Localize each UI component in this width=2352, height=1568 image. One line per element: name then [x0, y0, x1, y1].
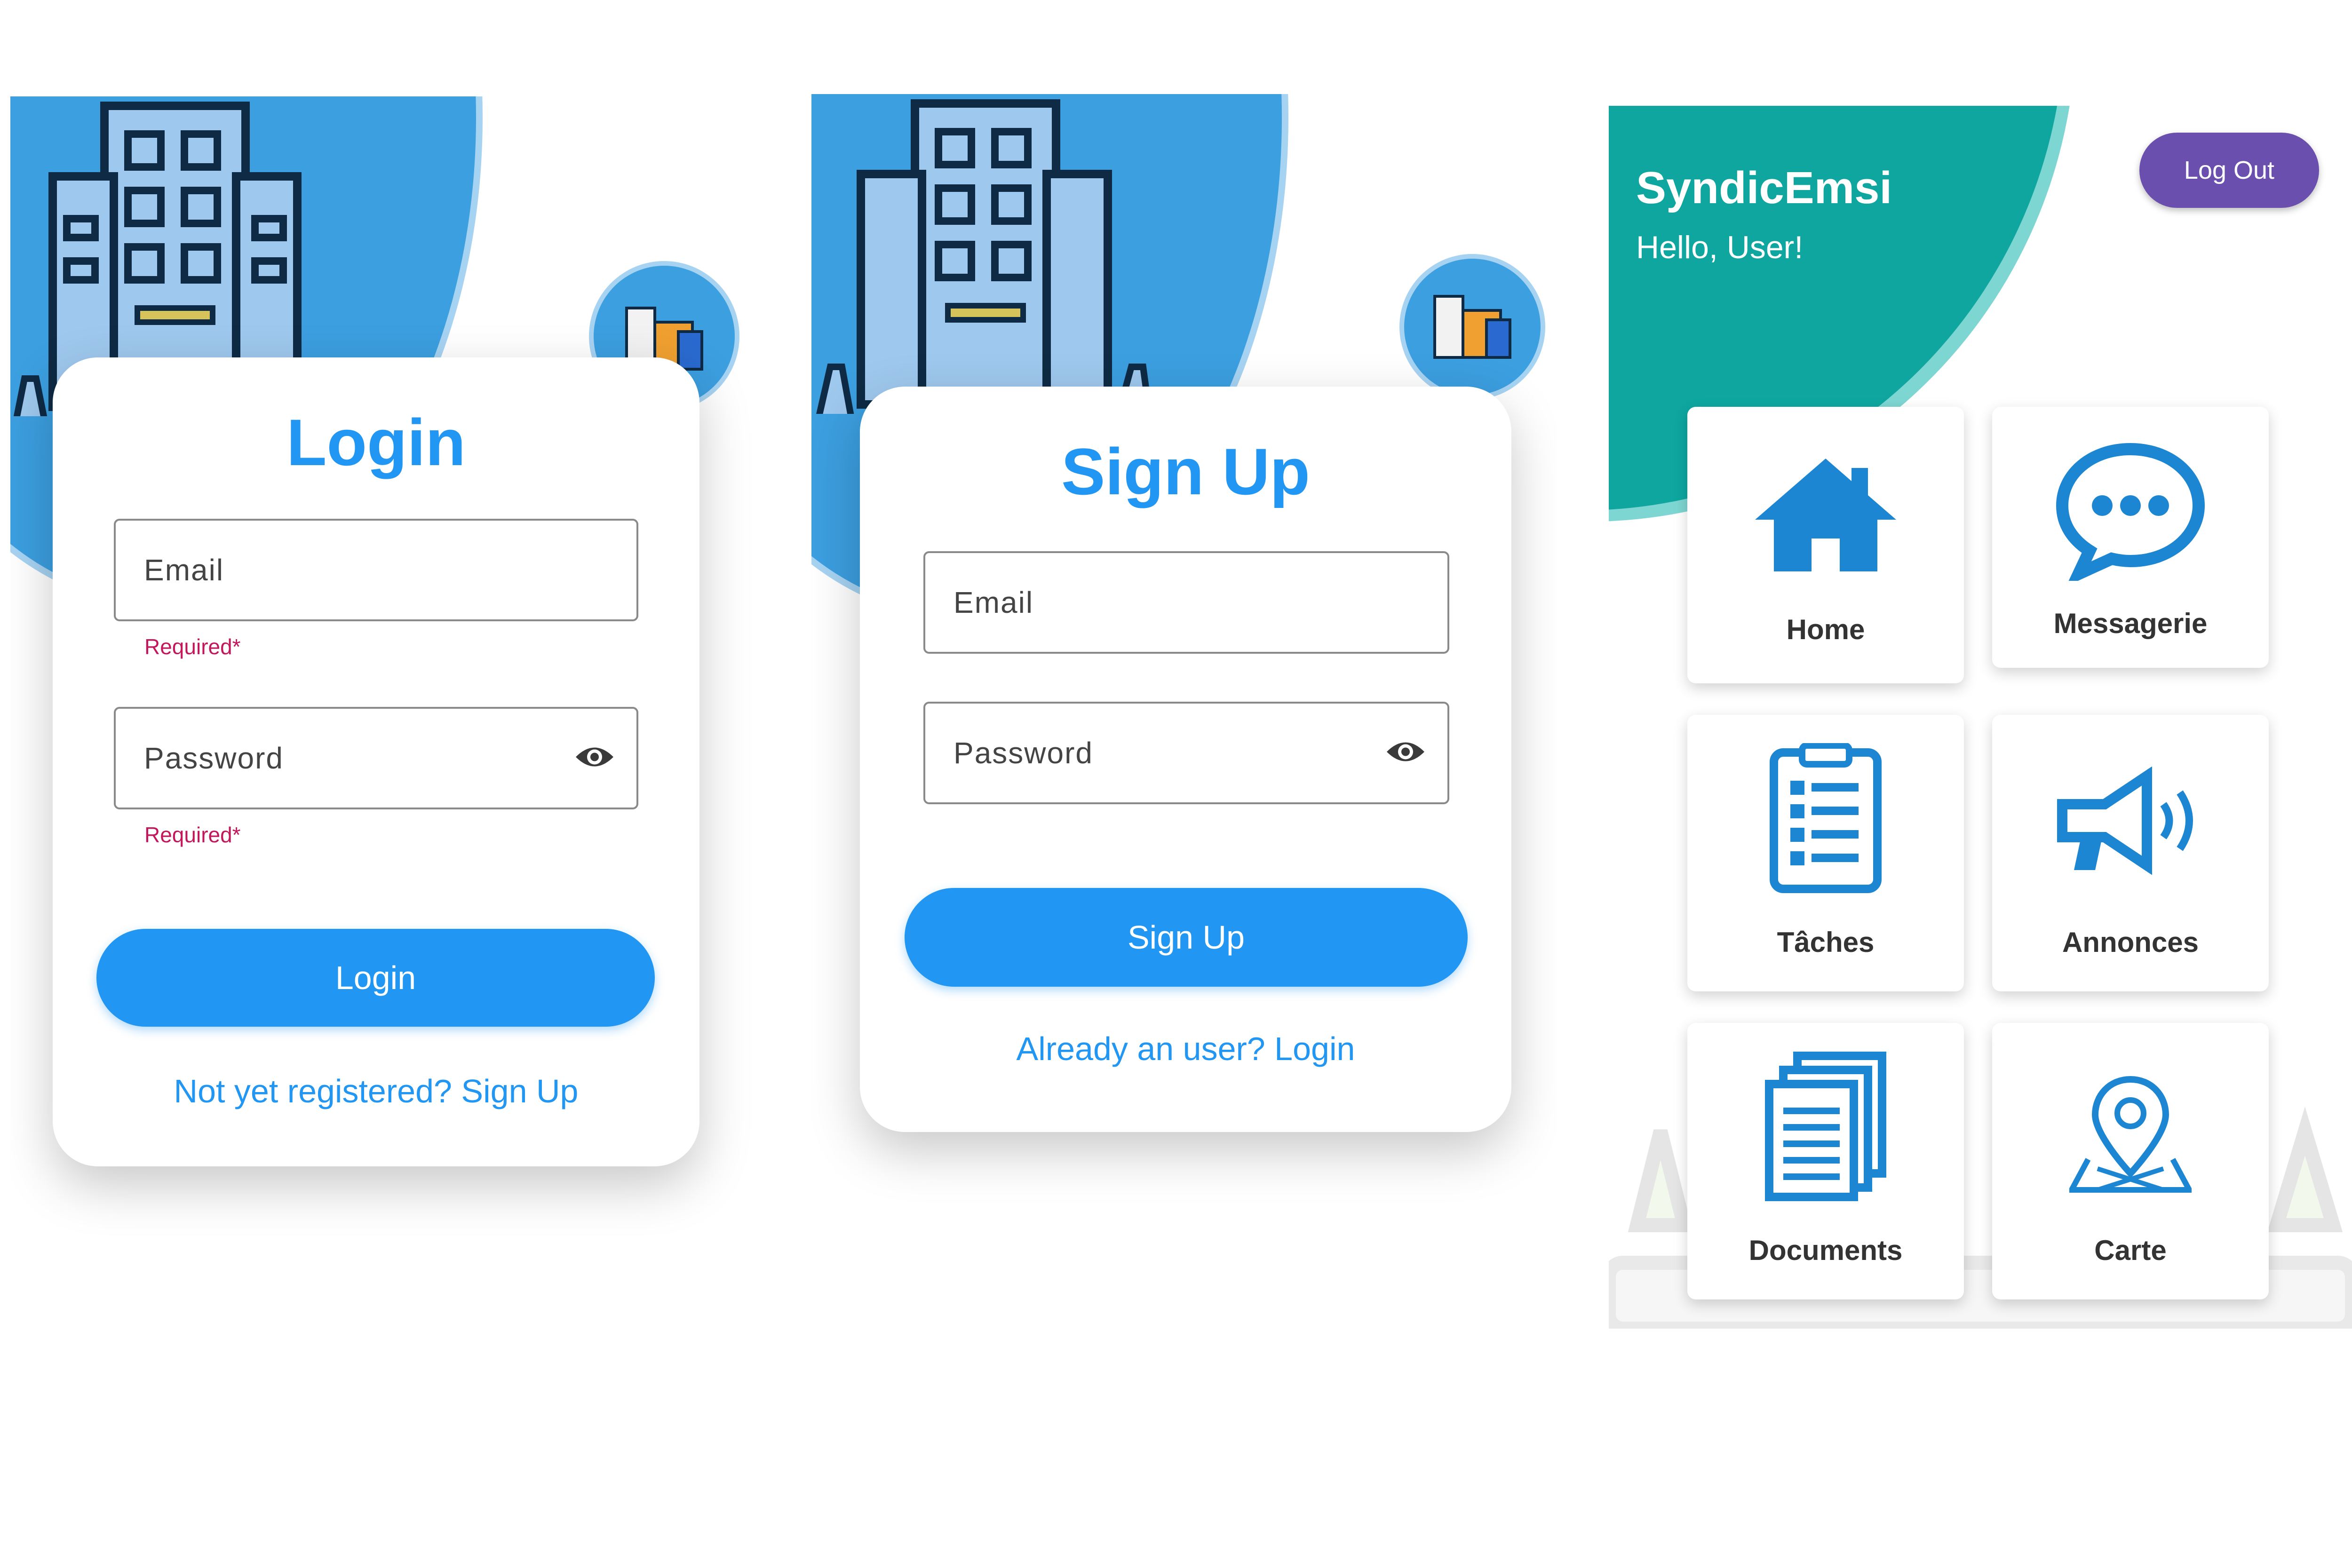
tile-label: Messagerie [2053, 608, 2208, 639]
password-field[interactable]: Password [923, 702, 1449, 804]
login-screen: Login Email Required* Password Required*… [10, 96, 754, 1296]
map-pin-icon [2069, 1076, 2192, 1193]
tile-home[interactable]: Home [1687, 407, 1964, 683]
tile-label: Documents [1748, 1235, 1903, 1266]
signup-button[interactable]: Sign Up [905, 888, 1468, 987]
dashboard-screen: SyndicEmsi Hello, User! Log Out Home Mes… [1609, 106, 2352, 1423]
page-title: Login [286, 405, 466, 479]
tile-label: Carte [2094, 1235, 2167, 1266]
tile-documents[interactable]: Documents [1687, 1023, 1964, 1299]
tile-carte[interactable]: Carte [1992, 1023, 2269, 1299]
eye-icon[interactable] [1384, 738, 1427, 768]
signup-card: Sign Up Email Password Sign Up Already a… [860, 387, 1511, 1132]
email-field[interactable]: Email [114, 519, 638, 621]
app-name: SyndicEmsi [1636, 163, 1892, 213]
building-badge-icon [1404, 259, 1541, 395]
login-link[interactable]: Already an user? Login [860, 1030, 1511, 1068]
tile-messagerie[interactable]: Messagerie [1992, 407, 2269, 668]
password-error: Required* [144, 823, 241, 847]
password-placeholder: Password [144, 741, 284, 775]
login-card: Login Email Required* Password Required*… [53, 357, 699, 1166]
clipboard-list-icon [1770, 743, 1882, 893]
password-field[interactable]: Password [114, 707, 638, 809]
page-title: Sign Up [1061, 435, 1310, 508]
email-placeholder: Email [144, 553, 224, 587]
tile-label: Annonces [2062, 927, 2199, 958]
building-illustration [816, 99, 1153, 414]
tile-taches[interactable]: Tâches [1687, 715, 1964, 991]
greeting: Hello, User! [1636, 230, 1804, 265]
email-field[interactable]: Email [923, 551, 1449, 654]
chat-bubble-icon [2056, 443, 2205, 581]
email-error: Required* [144, 634, 241, 659]
signup-link[interactable]: Not yet registered? Sign Up [53, 1072, 699, 1110]
logout-button[interactable]: Log Out [2139, 133, 2319, 208]
megaphone-icon [2057, 767, 2193, 875]
password-placeholder: Password [954, 736, 1093, 770]
tile-label: Tâches [1777, 927, 1875, 958]
tile-label: Home [1786, 614, 1865, 645]
tile-annonces[interactable]: Annonces [1992, 715, 2269, 991]
home-icon [1755, 459, 1896, 571]
email-placeholder: Email [954, 586, 1034, 619]
eye-icon[interactable] [573, 743, 616, 774]
login-button[interactable]: Login [96, 929, 655, 1027]
signup-screen: Sign Up Email Password Sign Up Already a… [811, 94, 1557, 1293]
documents-icon [1765, 1052, 1886, 1201]
